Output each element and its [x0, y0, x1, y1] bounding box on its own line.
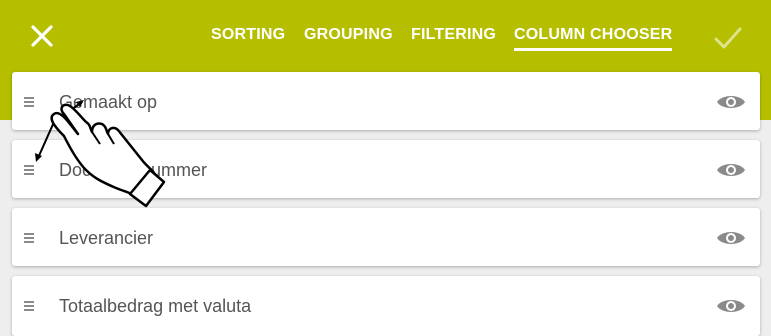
visibility-toggle[interactable] [716, 160, 746, 180]
eye-icon [717, 164, 745, 176]
confirm-button[interactable] [710, 20, 746, 56]
tab-bar: SORTING GROUPING FILTERING COLUMN CHOOSE… [0, 24, 771, 54]
column-label: Documentnummer [59, 160, 208, 180]
eye-icon [717, 96, 745, 108]
drag-handle-icon[interactable] [24, 97, 34, 107]
checkmark-icon [714, 27, 742, 49]
drag-handle-icon[interactable] [24, 165, 34, 175]
visibility-toggle[interactable] [716, 296, 746, 316]
visibility-toggle[interactable] [716, 228, 746, 248]
column-label: Totaalbedrag met valuta [59, 296, 252, 316]
tab-column-chooser[interactable]: COLUMN CHOOSER [514, 24, 673, 51]
column-label: Leverancier [59, 228, 154, 248]
column-item-totaalbedrag[interactable]: Totaalbedrag met valuta [12, 276, 760, 336]
tab-grouping[interactable]: GROUPING [304, 24, 393, 46]
column-item-documentnummer[interactable]: Documentnummer [12, 140, 760, 198]
column-item-leverancier[interactable]: Leverancier [12, 208, 760, 266]
column-item-gemaakt-op[interactable]: Gemaakt op [12, 72, 760, 130]
drag-handle-icon[interactable] [24, 233, 34, 243]
visibility-toggle[interactable] [716, 92, 746, 112]
tab-filtering[interactable]: FILTERING [411, 24, 496, 46]
tab-sorting[interactable]: SORTING [211, 24, 285, 46]
eye-icon [717, 232, 745, 244]
column-label: Gemaakt op [59, 92, 158, 112]
drag-handle-icon[interactable] [24, 301, 34, 311]
eye-icon [717, 300, 745, 312]
